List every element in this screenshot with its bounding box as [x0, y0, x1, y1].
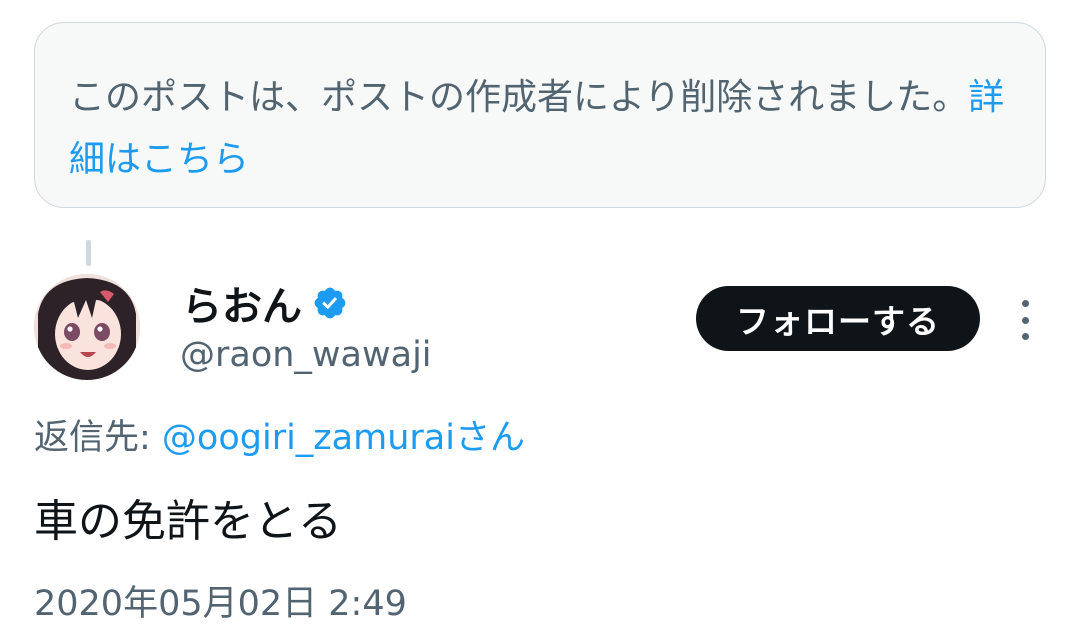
author-name-row[interactable]: らおん	[182, 276, 348, 330]
thread-connector-line	[86, 240, 91, 266]
more-dot	[1021, 316, 1029, 324]
deleted-notice-text: このポストは、ポストの作成者により削除されました。	[69, 77, 969, 118]
more-dot	[1021, 333, 1029, 340]
tweet-detail-view: このポストは、ポストの作成者により削除されました。詳細はこちら らおん @rao…	[0, 0, 1080, 644]
reply-to-line: 返信先: @oogiri_zamuraiさん	[34, 412, 525, 464]
more-dot	[1021, 300, 1029, 307]
reply-mention-link[interactable]: @oogiri_zamurai	[162, 418, 455, 458]
more-options-icon[interactable]	[1014, 300, 1036, 340]
verified-badge-icon[interactable]	[312, 285, 348, 321]
avatar-illustration	[34, 274, 140, 380]
author-handle[interactable]: @raon_wawaji	[180, 330, 432, 380]
deleted-post-notice: このポストは、ポストの作成者により削除されました。詳細はこちら	[34, 22, 1046, 208]
tweet-text: 車の免許をとる	[34, 496, 342, 547]
avatar[interactable]	[34, 274, 140, 380]
reply-suffix: さん	[454, 418, 525, 458]
display-name[interactable]: らおん	[182, 274, 302, 332]
follow-button[interactable]: フォローする	[696, 286, 980, 351]
reply-prefix: 返信先:	[34, 418, 162, 458]
tweet-timestamp[interactable]: 2020年05月02日 2:49	[34, 578, 407, 630]
